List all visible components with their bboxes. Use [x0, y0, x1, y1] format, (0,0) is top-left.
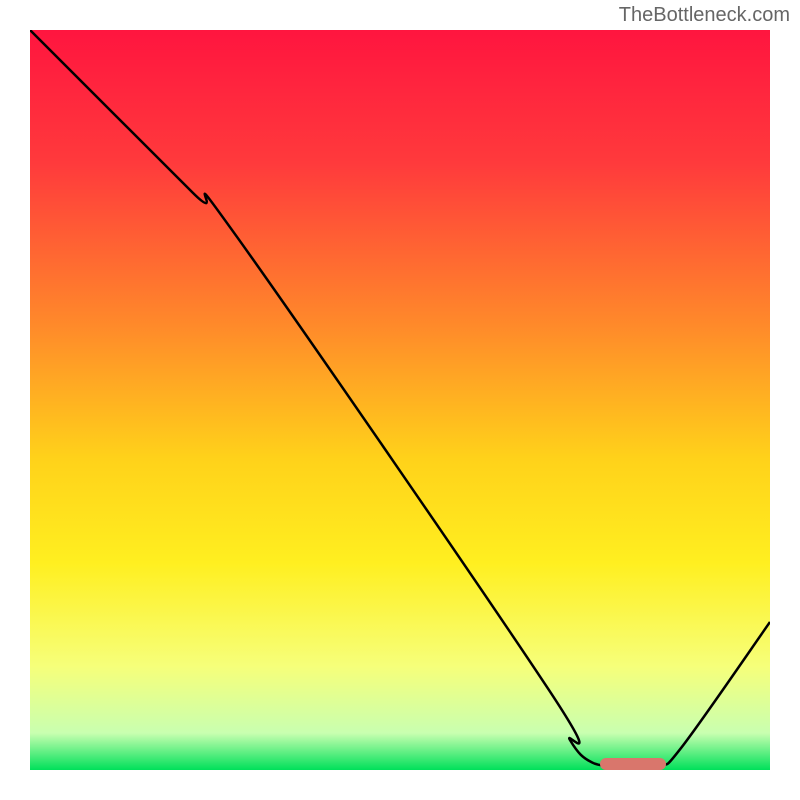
watermark-text: TheBottleneck.com	[619, 4, 790, 27]
line-chart-svg	[30, 30, 770, 770]
optimum-marker	[600, 758, 667, 770]
plot-area	[30, 30, 770, 770]
chart-container: TheBottleneck.com	[0, 0, 800, 800]
